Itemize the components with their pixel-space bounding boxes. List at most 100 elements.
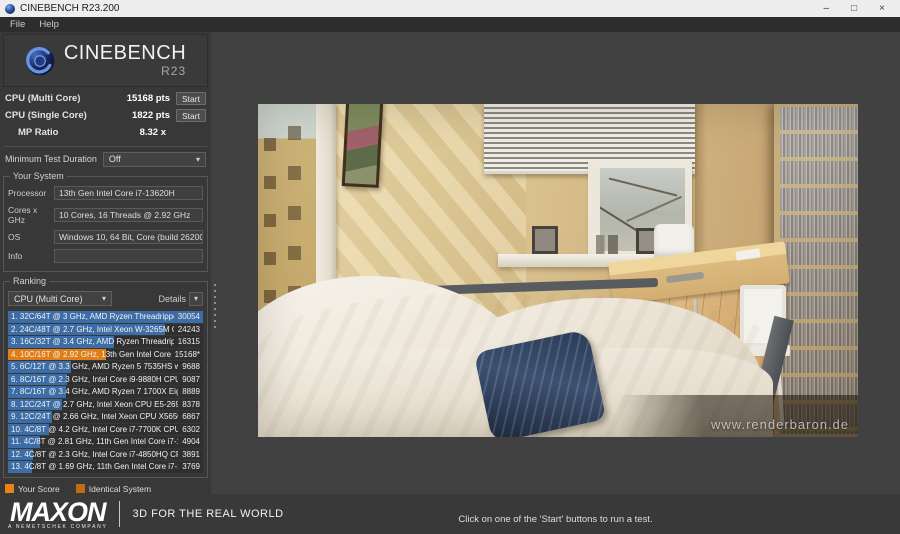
ranking-legend: Your Score Identical System xyxy=(3,484,208,494)
os-field[interactable]: Windows 10, 64 Bit, Core (build 26200) xyxy=(54,230,203,244)
benchmark-score: 8.32 x xyxy=(139,127,166,138)
start-multi-core-button[interactable]: Start xyxy=(176,92,206,105)
ranking-row-score: 8889 xyxy=(182,387,200,397)
render-preview: www.renderbaron.de xyxy=(258,104,858,437)
ranking-row-score: 24243 xyxy=(177,324,200,334)
legend-item: Your Score xyxy=(5,484,60,494)
ranking-row[interactable]: 8. 12C/24T @ 2.7 GHz, Intel Xeon CPU E5-… xyxy=(8,398,203,410)
app-icon xyxy=(5,3,15,14)
info-field[interactable] xyxy=(54,249,203,263)
benchmark-label: CPU (Single Core) xyxy=(5,110,87,121)
ranking-row-score: 15168* xyxy=(174,349,200,359)
benchmark-score: 15168 pts xyxy=(126,93,170,104)
ranking-row[interactable]: 9. 12C/24T @ 2.66 GHz, Intel Xeon CPU X5… xyxy=(8,411,203,423)
status-hint: Click on one of the 'Start' buttons to r… xyxy=(458,514,653,525)
menubar: File Help xyxy=(0,17,900,32)
ranking-row-score: 3769 xyxy=(182,462,200,472)
cores-ghz-field[interactable]: 10 Cores, 16 Threads @ 2.92 GHz xyxy=(54,208,203,222)
benchmark-score: 1822 pts xyxy=(131,110,170,121)
ranking-row-label: 7. 8C/16T @ 3.4 GHz, AMD Ryzen 7 1700X E… xyxy=(11,387,179,397)
chevron-down-icon: ▾ xyxy=(195,154,200,164)
your-system-box: Your System Processor 13th Gen Intel Cor… xyxy=(3,171,208,272)
system-field-row: Cores x GHz 10 Cores, 16 Threads @ 2.92 … xyxy=(8,205,203,225)
details-dropdown-button[interactable]: ▾ xyxy=(189,291,203,306)
legend-item: Identical System xyxy=(75,483,152,494)
minimum-test-duration-value: Off xyxy=(108,154,121,164)
system-field-row: Processor 13th Gen Intel Core i7-13620H xyxy=(8,186,203,200)
picture-frame xyxy=(341,104,384,188)
ranking-row-score: 16315 xyxy=(177,337,200,347)
minimum-test-duration-row: Minimum Test Duration Off ▾ xyxy=(3,151,208,167)
ranking-row[interactable]: 6. 8C/16T @ 2.3 GHz, Intel Core i9-9880H… xyxy=(8,373,203,385)
field-label: Cores x GHz xyxy=(8,205,38,225)
benchmark-label: MP Ratio xyxy=(18,127,59,138)
ranking-row[interactable]: 5. 6C/12T @ 3.3 GHz, AMD Ryzen 5 7535HS … xyxy=(8,361,203,373)
ranking-row[interactable]: 13. 4C/8T @ 1.69 GHz, 11th Gen Intel Cor… xyxy=(8,461,203,473)
field-label: Processor xyxy=(8,188,47,198)
benchmark-row-multi-core: CPU (Multi Core) 15168 pts Start xyxy=(3,90,208,107)
ranking-box: Ranking CPU (Multi Core) ▾ Details ▾ 1. … xyxy=(3,276,208,478)
ranking-row[interactable]: 7. 8C/16T @ 3.4 GHz, AMD Ryzen 7 1700X E… xyxy=(8,386,203,398)
ranking-row-label: 10. 4C/8T @ 4.2 GHz, Intel Core i7-7700K… xyxy=(11,424,179,434)
ranking-row[interactable]: 10. 4C/8T @ 4.2 GHz, Intel Core i7-7700K… xyxy=(8,423,203,435)
ranking-row-score: 6867 xyxy=(182,412,200,422)
details-label: Details xyxy=(158,293,186,304)
maximize-button[interactable]: □ xyxy=(851,3,857,14)
legend-label: Identical System xyxy=(88,483,152,494)
minimum-test-duration-select[interactable]: Off ▾ xyxy=(102,151,206,167)
legend-swatch xyxy=(75,484,85,493)
ranking-row-label: 13. 4C/8T @ 1.69 GHz, 11th Gen Intel Cor… xyxy=(11,462,178,472)
system-field-row: OS Windows 10, 64 Bit, Core (build 26200… xyxy=(8,230,203,244)
ranking-row-label: 9. 12C/24T @ 2.66 GHz, Intel Xeon CPU X5… xyxy=(11,412,179,422)
ranking-row-label: 12. 4C/8T @ 2.3 GHz, Intel Core i7-4850H… xyxy=(11,449,179,459)
ranking-row-score: 9688 xyxy=(182,362,200,372)
maxon-logo: MAXON A NEMETSCHEK COMPANY xyxy=(8,496,108,530)
benchmark-row-mp-ratio: MP Ratio 8.32 x xyxy=(3,124,208,141)
titlebar: CINEBENCH R23.200 – □ × xyxy=(0,0,900,17)
logo-version: R23 xyxy=(161,64,187,78)
maxon-subtitle: A NEMETSCHEK COMPANY xyxy=(8,523,108,530)
panel-splitter[interactable] xyxy=(211,32,218,494)
menu-help[interactable]: Help xyxy=(32,19,66,30)
cinebench-logo: CINEBENCH R23 xyxy=(3,34,208,87)
benchmark-label: CPU (Multi Core) xyxy=(5,93,81,104)
field-label: Info xyxy=(8,251,23,261)
ranking-row-label: 1. 32C/64T @ 3 GHz, AMD Ryzen Threadripp… xyxy=(11,312,174,322)
divider xyxy=(4,146,207,147)
main-area: www.renderbaron.de xyxy=(218,32,900,494)
legend-label: Your Score xyxy=(18,483,60,494)
photo-frame xyxy=(532,226,558,254)
ranking-row[interactable]: 1. 32C/64T @ 3 GHz, AMD Ryzen Threadripp… xyxy=(8,311,203,323)
footer: MAXON A NEMETSCHEK COMPANY 3D FOR THE RE… xyxy=(0,494,900,534)
minimize-button[interactable]: – xyxy=(824,3,830,14)
cinebench-sphere-icon xyxy=(25,46,55,75)
ranking-row-label: 3. 16C/32T @ 3.4 GHz, AMD Ryzen Threadri… xyxy=(11,337,174,347)
ranking-row-score: 9087 xyxy=(182,374,200,384)
maxon-brand: MAXON xyxy=(9,496,107,527)
ranking-row[interactable]: 3. 16C/32T @ 3.4 GHz, AMD Ryzen Threadri… xyxy=(8,336,203,348)
your-system-title: Your System xyxy=(10,171,67,181)
chevron-down-icon: ▾ xyxy=(193,294,198,303)
ranking-row[interactable]: 11. 4C/8T @ 2.81 GHz, 11th Gen Intel Cor… xyxy=(8,436,203,448)
ranking-row-label: 6. 8C/16T @ 2.3 GHz, Intel Core i9-9880H… xyxy=(11,374,179,384)
system-field-row: Info xyxy=(8,249,203,263)
ranking-row[interactable]: 2. 24C/48T @ 2.7 GHz, Intel Xeon W-3265M… xyxy=(8,323,203,335)
ranking-list: 1. 32C/64T @ 3 GHz, AMD Ryzen Threadripp… xyxy=(8,311,203,474)
ranking-row-label: 11. 4C/8T @ 2.81 GHz, 11th Gen Intel Cor… xyxy=(11,437,178,447)
menu-file[interactable]: File xyxy=(3,19,32,30)
ranking-row-score: 8378 xyxy=(182,399,200,409)
start-single-core-button[interactable]: Start xyxy=(176,109,206,122)
ranking-row[interactable]: 12. 4C/8T @ 2.3 GHz, Intel Core i7-4850H… xyxy=(8,448,203,460)
benchmark-row-single-core: CPU (Single Core) 1822 pts Start xyxy=(3,107,208,124)
render-watermark: www.renderbaron.de xyxy=(711,417,849,432)
ranking-filter-select[interactable]: CPU (Multi Core) ▾ xyxy=(8,291,112,306)
ranking-row-label: 4. 10C/16T @ 2.92 GHz, 13th Gen Intel Co… xyxy=(11,349,171,359)
legend-swatch xyxy=(5,484,14,493)
ranking-row[interactable]: 4. 10C/16T @ 2.92 GHz, 13th Gen Intel Co… xyxy=(8,348,203,360)
ranking-row-score: 30054 xyxy=(177,312,200,322)
close-button[interactable]: × xyxy=(879,3,885,14)
ranking-row-label: 8. 12C/24T @ 2.7 GHz, Intel Xeon CPU E5-… xyxy=(11,399,179,409)
sidebar: CINEBENCH R23 CPU (Multi Core) 15168 pts… xyxy=(0,32,211,494)
processor-field[interactable]: 13th Gen Intel Core i7-13620H xyxy=(54,186,203,200)
app-window: CINEBENCH R23.200 – □ × File Help CINEBE… xyxy=(0,0,900,534)
